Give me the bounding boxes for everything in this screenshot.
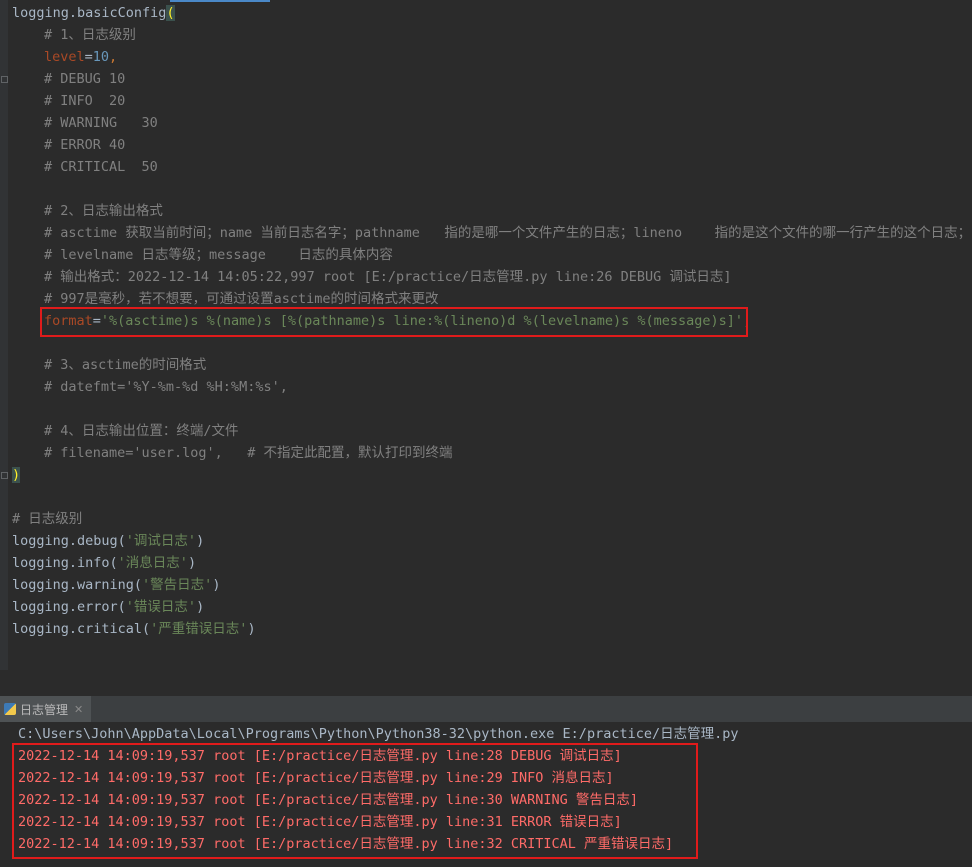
code-line: # 3、asctime的时间格式	[12, 354, 206, 376]
python-icon	[4, 703, 16, 715]
code-line: # 日志级别	[12, 508, 82, 530]
code-line: # 输出格式：2022-12-14 14:05:22,997 root [E:/…	[12, 266, 732, 288]
comment: # 日志级别	[12, 511, 83, 527]
comment: # datefmt='%Y-%m-%d %H:%M:%s',	[44, 379, 288, 395]
code-line: # 4、日志输出位置：终端/文件	[12, 420, 239, 442]
param-name: level	[44, 49, 85, 65]
code-line: # 1、日志级别	[12, 24, 136, 46]
fold-marker-icon[interactable]	[1, 472, 8, 479]
code-line: level=10,	[44, 49, 118, 65]
run-tab[interactable]: 日志管理 ✕	[0, 696, 92, 722]
code-line: )	[12, 464, 21, 486]
code-line: # asctime 获取当前时间；name 当前日志名字；pathname 指的…	[12, 222, 971, 244]
code-line: # WARNING 30	[12, 112, 158, 134]
output-highlight-box	[12, 743, 698, 859]
code-line: # ERROR 40	[12, 134, 125, 156]
editor-gutter	[0, 0, 8, 670]
code-line: # DEBUG 10	[12, 68, 125, 90]
comment: # filename='user.log', # 不指定此配置，默认打印到终端	[44, 445, 453, 461]
string-literal: '调试日志'	[125, 533, 197, 549]
run-tab-label: 日志管理	[20, 702, 69, 717]
code-text: logging.error(	[12, 599, 126, 615]
run-console[interactable]: C:\Users\John\AppData\Local\Programs\Pyt…	[0, 722, 972, 867]
code-line: # INFO 20	[12, 90, 125, 112]
code-editor[interactable]: logging.basicConfig( # 1、日志级别 level=10, …	[0, 0, 972, 670]
string-literal: '消息日志'	[117, 555, 188, 571]
code-line: logging.debug('调试日志')	[12, 533, 205, 549]
code-line: logging.basicConfig(	[12, 2, 175, 24]
string-literal: '错误日志'	[125, 599, 197, 615]
code-text: logging.info(	[12, 555, 118, 571]
code-line: logging.info('消息日志')	[12, 555, 197, 571]
code-line: logging.error('错误日志')	[12, 599, 205, 615]
console-command: C:\Users\John\AppData\Local\Programs\Pyt…	[18, 726, 739, 742]
code-line: # levelname 日志等级；message 日志的具体内容	[12, 244, 393, 266]
run-tool-window-tabs: 日志管理 ✕	[0, 696, 972, 723]
code-line: # 2、日志输出格式	[12, 200, 163, 222]
code-line: logging.warning('警告日志')	[12, 577, 221, 593]
comment: # CRITICAL 50	[44, 159, 158, 175]
number-literal: 10	[92, 49, 110, 65]
comment: # 输出格式：2022-12-14 14:05:22,997 root [E:/…	[44, 269, 732, 285]
comment: # INFO 20	[44, 93, 126, 109]
code-text: logging.critical(	[12, 621, 151, 637]
code-text: logging.warning(	[12, 577, 143, 593]
comment: # 997是毫秒，若不想要，可通过设置asctime的时间格式来更改	[44, 291, 439, 307]
close-icon[interactable]: ✕	[74, 703, 83, 716]
comment: # 2、日志输出格式	[44, 203, 163, 219]
code-line: # filename='user.log', # 不指定此配置，默认打印到终端	[12, 442, 452, 464]
editor-tab-indicator	[170, 0, 270, 2]
comment: # DEBUG 10	[44, 71, 126, 87]
comment: # 4、日志输出位置：终端/文件	[44, 423, 239, 439]
format-highlight-box	[40, 307, 748, 337]
comment: # levelname 日志等级；message 日志的具体内容	[44, 247, 393, 263]
comment: # asctime 获取当前时间；name 当前日志名字；pathname 指的…	[44, 225, 972, 241]
code-line: logging.critical('严重错误日志')	[12, 621, 256, 637]
code-line: # CRITICAL 50	[12, 156, 158, 178]
comment: # WARNING 30	[44, 115, 158, 131]
comment: # 3、asctime的时间格式	[44, 357, 207, 373]
panel-separator	[0, 670, 972, 696]
comment: # 1、日志级别	[44, 27, 136, 43]
comment: # ERROR 40	[44, 137, 126, 153]
code-text: logging.debug(	[12, 533, 126, 549]
code-text: logging.basicConfig	[12, 5, 167, 21]
code-line: # datefmt='%Y-%m-%d %H:%M:%s',	[12, 376, 288, 398]
fold-marker-icon[interactable]	[1, 76, 8, 83]
matched-brace: (	[166, 5, 175, 21]
string-literal: '警告日志'	[142, 577, 213, 593]
matched-brace: )	[12, 467, 21, 483]
string-literal: '严重错误日志'	[150, 621, 248, 637]
